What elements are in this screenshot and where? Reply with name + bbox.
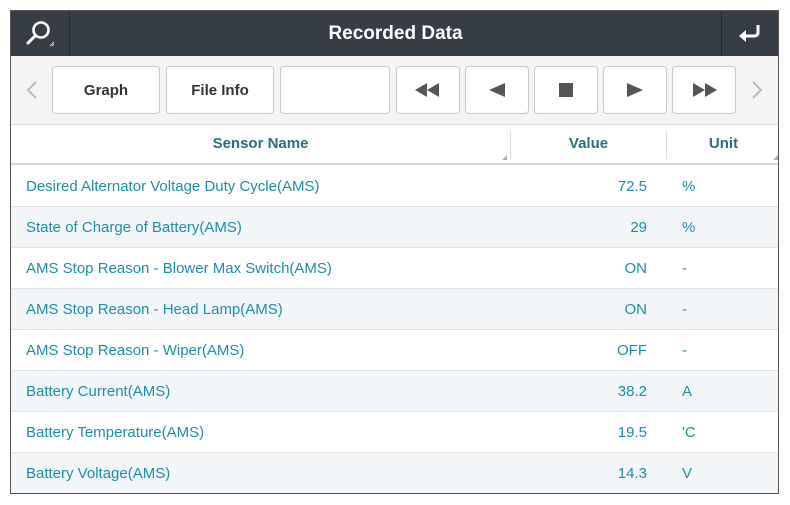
search-button[interactable]	[11, 11, 70, 56]
scroll-left-button[interactable]	[17, 56, 47, 124]
rewind-button[interactable]	[396, 66, 460, 114]
graph-label: Graph	[83, 81, 129, 99]
search-icon	[26, 20, 55, 46]
unit-cell: A	[682, 383, 693, 400]
graph-button[interactable]: Graph	[52, 66, 160, 114]
sensor-name-cell: State of Charge of Battery(AMS)	[26, 219, 242, 236]
stop-button[interactable]	[534, 66, 598, 114]
back-button[interactable]	[721, 11, 778, 56]
fast-forward-icon	[693, 83, 717, 97]
value-cell: 19.5	[617, 424, 647, 441]
fast-forward-button[interactable]	[672, 66, 736, 114]
sensor-name-cell: AMS Stop Reason - Blower Max Switch(AMS)	[26, 260, 332, 277]
blank-button[interactable]	[280, 66, 390, 114]
stop-icon	[559, 83, 573, 97]
fast-rewind-icon	[415, 83, 439, 97]
file-info-button[interactable]: File Info	[166, 66, 274, 114]
step-back-button[interactable]	[465, 66, 529, 114]
value-cell: 14.3	[617, 465, 647, 482]
value-cell: ON	[624, 301, 648, 318]
sensor-name-cell: AMS Stop Reason - Wiper(AMS)	[26, 342, 245, 359]
file-info-label: File Info	[191, 81, 249, 99]
column-header-unit[interactable]: Unit	[667, 125, 778, 163]
toolbar: Graph File Info	[11, 56, 778, 125]
table-row[interactable]: AMS Stop Reason - Wiper(AMS) OFF -	[11, 330, 778, 371]
table-row[interactable]: State of Charge of Battery(AMS) 29 %	[11, 207, 778, 248]
sensor-name-cell: Desired Alternator Voltage Duty Cycle(AM…	[26, 178, 320, 195]
column-header-value[interactable]: Value	[511, 125, 666, 163]
sensor-name-cell: Battery Current(AMS)	[26, 383, 171, 400]
unit-cell: -	[682, 301, 687, 318]
unit-cell: %	[682, 178, 696, 195]
sensor-name-cell: Battery Temperature(AMS)	[26, 424, 205, 441]
chevron-right-icon	[752, 81, 763, 99]
resize-handle-icon[interactable]	[502, 155, 507, 160]
return-arrow-icon	[739, 24, 760, 42]
sensor-name-cell: AMS Stop Reason - Head Lamp(AMS)	[26, 301, 283, 318]
unit-cell: %	[682, 219, 696, 236]
table-row[interactable]: Desired Alternator Voltage Duty Cycle(AM…	[11, 166, 778, 207]
unit-cell: 'C	[682, 424, 696, 441]
resize-handle-icon[interactable]	[773, 155, 778, 160]
value-cell: OFF	[617, 342, 647, 359]
table-row[interactable]: AMS Stop Reason - Head Lamp(AMS) ON -	[11, 289, 778, 330]
scroll-right-button[interactable]	[742, 56, 772, 124]
column-header-sensor-name[interactable]: Sensor Name	[11, 125, 510, 163]
value-cell: 29	[630, 219, 647, 236]
play-reverse-icon	[489, 83, 505, 97]
unit-cell: V	[682, 465, 693, 482]
sensor-name-cell: Battery Voltage(AMS)	[26, 465, 171, 482]
recorded-data-window: Recorded Data Graph File Info Sensor Nam…	[10, 10, 779, 494]
table-row[interactable]: Battery Voltage(AMS) 14.3 V	[11, 453, 778, 493]
value-cell: 38.2	[617, 383, 647, 400]
play-icon	[627, 83, 643, 97]
page-title: Recorded Data	[328, 23, 463, 44]
chevron-left-icon	[26, 81, 37, 99]
title-bar: Recorded Data	[11, 11, 778, 56]
table-header: Sensor Name Value Unit	[11, 125, 778, 165]
value-cell: 72.5	[617, 178, 647, 195]
unit-cell: -	[682, 342, 687, 359]
table-row[interactable]: Battery Temperature(AMS) 19.5 'C	[11, 412, 778, 453]
table-row[interactable]: Battery Current(AMS) 38.2 A	[11, 371, 778, 412]
play-button[interactable]	[603, 66, 667, 114]
table-row[interactable]: AMS Stop Reason - Blower Max Switch(AMS)…	[11, 248, 778, 289]
unit-cell: -	[682, 260, 687, 277]
value-cell: ON	[624, 260, 648, 277]
